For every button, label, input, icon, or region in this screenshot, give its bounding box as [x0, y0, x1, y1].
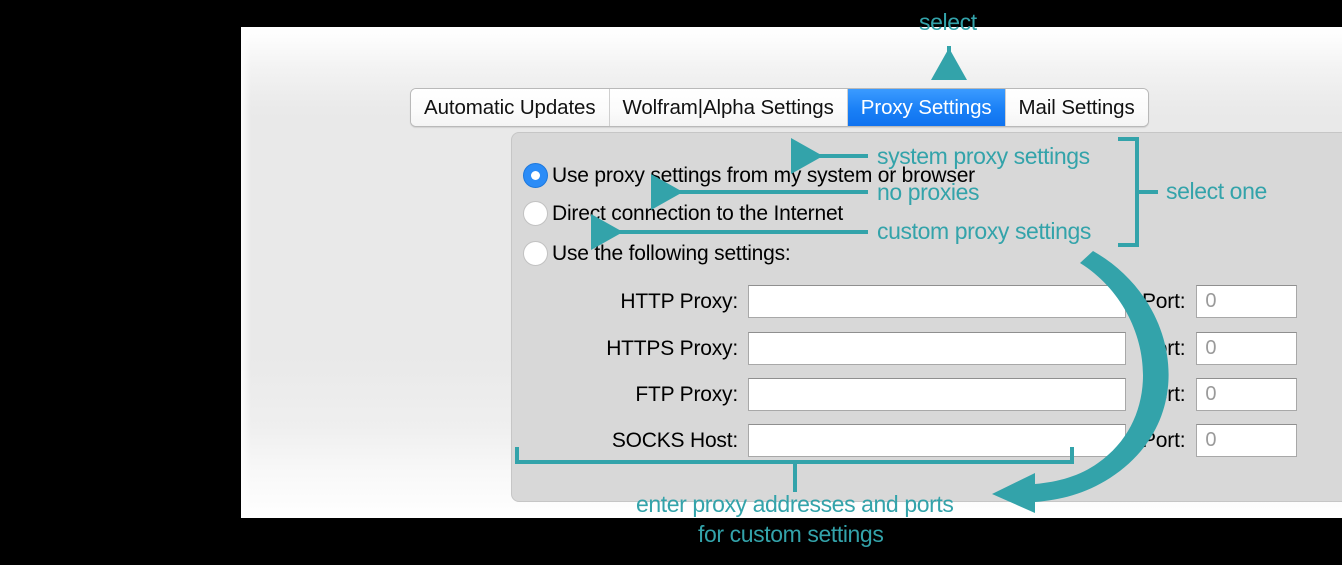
- radio-system-proxy[interactable]: [523, 163, 548, 188]
- value-https-port: 0: [1205, 337, 1217, 359]
- tab-wolfram-alpha-settings[interactable]: Wolfram|Alpha Settings: [609, 89, 848, 126]
- form-row-https-proxy: HTTPS Proxy: Port: 0: [512, 332, 1342, 365]
- label-http-proxy: HTTP Proxy:: [620, 289, 738, 313]
- radio-label-system-proxy: Use proxy settings from my system or bro…: [552, 163, 975, 187]
- value-ftp-port: 0: [1205, 383, 1217, 405]
- input-https-proxy[interactable]: [748, 332, 1126, 365]
- form-row-http-proxy: HTTP Proxy: Port: 0: [512, 285, 1342, 318]
- label-socks-port: Port:: [1142, 428, 1186, 452]
- tab-automatic-updates[interactable]: Automatic Updates: [411, 89, 610, 126]
- input-https-port[interactable]: 0: [1196, 332, 1298, 365]
- settings-tab-bar[interactable]: Automatic Updates Wolfram|Alpha Settings…: [410, 88, 1149, 127]
- radio-row-direct-connection[interactable]: Direct connection to the Internet: [523, 201, 843, 226]
- tab-mail-settings[interactable]: Mail Settings: [1005, 89, 1148, 126]
- input-socks-host[interactable]: [748, 424, 1126, 457]
- radio-row-system-proxy[interactable]: Use proxy settings from my system or bro…: [523, 163, 975, 188]
- input-socks-port[interactable]: 0: [1196, 424, 1298, 457]
- radio-custom-settings[interactable]: [523, 241, 548, 266]
- radio-row-custom-settings[interactable]: Use the following settings:: [523, 241, 791, 266]
- input-ftp-proxy[interactable]: [748, 378, 1126, 411]
- label-http-port: Port:: [1142, 289, 1186, 313]
- radio-direct-connection[interactable]: [523, 201, 548, 226]
- label-https-proxy: HTTPS Proxy:: [606, 336, 738, 360]
- input-http-port[interactable]: 0: [1196, 285, 1298, 318]
- radio-label-direct-connection: Direct connection to the Internet: [552, 201, 844, 225]
- proxy-settings-panel: Use proxy settings from my system or bro…: [511, 132, 1342, 502]
- value-socks-port: 0: [1205, 429, 1217, 451]
- label-ftp-port: Port:: [1142, 382, 1186, 406]
- input-ftp-port[interactable]: 0: [1196, 378, 1298, 411]
- label-ftp-proxy: FTP Proxy:: [635, 382, 738, 406]
- value-http-port: 0: [1205, 290, 1217, 312]
- screenshot-root: Use proxy settings from my system or bro…: [0, 0, 1342, 565]
- label-https-port: Port:: [1142, 336, 1186, 360]
- tab-proxy-settings[interactable]: Proxy Settings: [847, 89, 1006, 126]
- form-row-socks-host: SOCKS Host: Port: 0: [512, 424, 1342, 457]
- label-socks-host: SOCKS Host:: [611, 428, 738, 452]
- radio-label-custom-settings: Use the following settings:: [552, 241, 791, 265]
- form-row-ftp-proxy: FTP Proxy: Port: 0: [512, 378, 1342, 411]
- input-http-proxy[interactable]: [748, 285, 1126, 318]
- annotation-enter-proxy-line2: for custom settings: [698, 521, 884, 547]
